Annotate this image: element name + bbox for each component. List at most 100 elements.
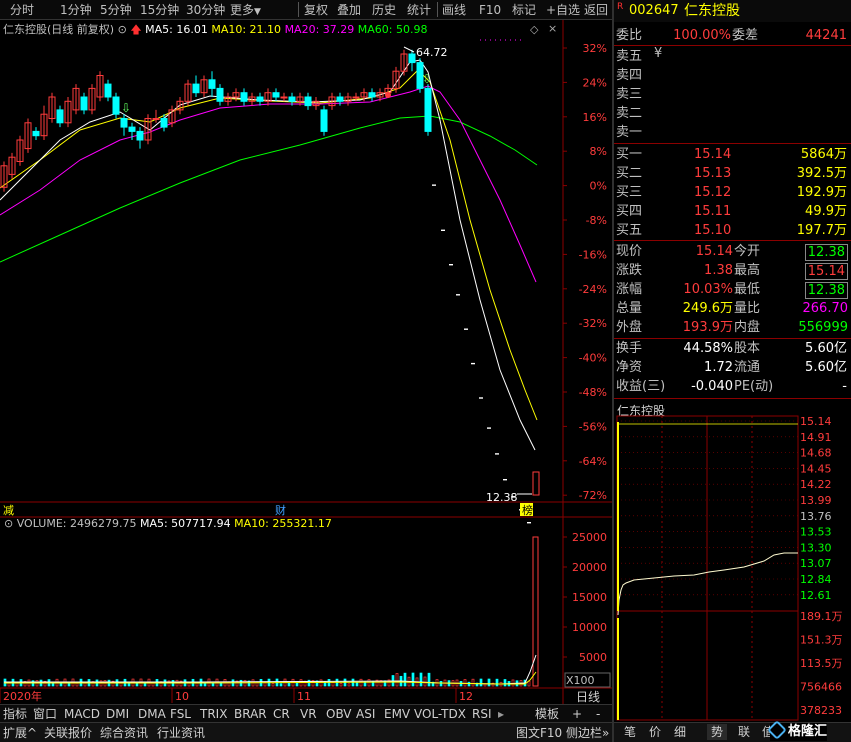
y-tick-label: -72% [579, 489, 607, 502]
draw-line-button[interactable]: 画线 [442, 2, 466, 18]
news-tab[interactable]: 综合资讯 [100, 725, 148, 741]
stat-value: 556999 [798, 320, 848, 335]
volume-bar [419, 672, 423, 687]
trix-tab[interactable]: TRIX [200, 706, 227, 722]
more-menu[interactable]: 更多▼ [230, 2, 261, 18]
period-tab-intraday[interactable]: 分时 [10, 2, 34, 18]
tab-price[interactable]: 价 [649, 724, 661, 740]
sidebar-toggle[interactable]: 侧边栏» [566, 725, 609, 741]
volume-bar [319, 679, 323, 687]
candle-body [192, 83, 200, 94]
dmi-tab[interactable]: DMI [106, 706, 129, 722]
stat-value: 12.38 [804, 244, 848, 261]
buy-row[interactable]: 买二 15.13 392.5万 [614, 164, 851, 183]
expand-button[interactable]: 扩展^ [3, 725, 37, 741]
history-button[interactable]: 历史 [372, 2, 396, 18]
buy-volume: 5864万 [800, 147, 847, 162]
chevron-right-icon[interactable]: ▸ [498, 706, 504, 722]
candle-body [152, 118, 160, 120]
stat-label: 流通 [734, 360, 761, 375]
stat-row: 现价 15.14 今开 12.38 [614, 242, 851, 261]
mini-price-label: 15.14 [800, 415, 832, 428]
volume-bar [67, 683, 71, 687]
tab-trades[interactable]: 笔 [624, 724, 636, 740]
vr-tab[interactable]: VR [300, 706, 317, 722]
stats-button[interactable]: 统计 [407, 2, 431, 18]
mini-price-label: 12.61 [800, 589, 832, 602]
buy-row[interactable]: 买四 15.11 49.9万 [614, 202, 851, 221]
sell-row[interactable]: 卖三 [614, 85, 851, 104]
trading-app: 32% 24% 16% 8% 0% -8% -16% -24% -32% -40% -48% -56%… [0, 0, 851, 742]
buy-row[interactable]: 买一 15.14 5864万 [614, 145, 851, 164]
fsl-tab[interactable]: FSL [170, 706, 191, 722]
tab-trend[interactable]: 势 [707, 724, 728, 740]
stat-label: 涨跌 [616, 263, 643, 278]
sell-row[interactable]: 卖二 [614, 104, 851, 123]
overlay-button[interactable]: 叠加 [337, 2, 361, 18]
vol-unit-label: X100 [566, 674, 595, 687]
related-quotes-tab[interactable]: 关联报价 [44, 725, 92, 741]
rsi-tab[interactable]: RSI [472, 706, 492, 722]
watermark-logo: 格隆汇 [767, 720, 828, 741]
tab-detail[interactable]: 细 [674, 724, 686, 740]
chevron-down-icon[interactable]: ⊙ [4, 517, 13, 530]
asi-tab[interactable]: ASI [356, 706, 375, 722]
dma-tab[interactable]: DMA [138, 706, 166, 722]
close-icon[interactable]: × [548, 22, 557, 35]
candle-body [320, 109, 328, 132]
mini-price-label: 14.68 [800, 447, 832, 460]
zoom-out-button[interactable]: - [596, 706, 600, 722]
macd-tab[interactable]: MACD [64, 706, 100, 722]
industry-news-tab[interactable]: 行业资讯 [157, 725, 205, 741]
template-button[interactable]: 模板 [535, 706, 559, 722]
tab-linked[interactable]: 联 [738, 724, 750, 740]
volume-bar [367, 679, 371, 687]
obv-tab[interactable]: OBV [326, 706, 352, 722]
back-button[interactable]: 返回 [584, 2, 608, 18]
buy-row[interactable]: 买三 15.12 192.9万 [614, 183, 851, 202]
stat-value: 15.14 [804, 263, 848, 280]
stat-label: 最低 [734, 282, 761, 297]
candle-body [532, 471, 540, 496]
adjust-button[interactable]: 复权 [304, 2, 328, 18]
y-tick-label: -40% [579, 352, 607, 365]
period-label[interactable]: 日线 [565, 690, 611, 704]
buy-row[interactable]: 买五 15.10 197.7万 [614, 221, 851, 240]
diamond-icon[interactable]: ◇ [530, 23, 538, 36]
event-mark: 减 [3, 504, 14, 517]
sell-row[interactable]: 卖四 [614, 66, 851, 85]
f10-graphic-button[interactable]: 图文F10 [516, 725, 562, 741]
mini-vol-bar [617, 618, 619, 720]
stat-label: 内盘 [734, 320, 761, 335]
indicator-tab[interactable]: 指标 [3, 706, 27, 722]
window-tab[interactable]: 窗口 [33, 706, 57, 722]
stat-value: 193.9万 [682, 320, 733, 335]
stat-value: 15.14 [695, 244, 733, 259]
buy-label: 买五 [616, 223, 643, 238]
brar-tab[interactable]: BRAR [234, 706, 267, 722]
sell-row[interactable]: 卖一 [614, 123, 851, 142]
period-tab-5min[interactable]: 5分钟 [100, 2, 132, 18]
period-tab-1min[interactable]: 1分钟 [60, 2, 92, 18]
period-tab-30min[interactable]: 30分钟 [186, 2, 225, 18]
vol-tdx-tab[interactable]: VOL-TDX [414, 706, 466, 722]
logo-icon [767, 720, 787, 740]
indicator-tab-bar: 指标 窗口 MACD DMI DMA FSL TRIX BRAR CR VR O… [0, 704, 612, 722]
volume-bar [487, 678, 491, 687]
sell-row[interactable]: 卖五 ¥ [614, 46, 851, 66]
emv-tab[interactable]: EMV [384, 706, 410, 722]
mark-button[interactable]: 标记 [512, 2, 536, 18]
add-watchlist-button[interactable]: +自选 [546, 2, 580, 18]
buy-price: 15.13 [694, 166, 732, 181]
period-tab-15min[interactable]: 15分钟 [140, 2, 179, 18]
chevron-down-icon[interactable]: ⊙ [118, 23, 127, 36]
stat-label: 最高 [734, 263, 761, 278]
event-mark: 财 [275, 503, 286, 517]
mini-vol-label: 189.1万 [800, 610, 843, 623]
zoom-in-button[interactable]: + [572, 706, 582, 722]
volume-bar [471, 678, 475, 687]
f10-button[interactable]: F10 [479, 2, 501, 18]
ma10-label: MA10: 21.10 [211, 23, 282, 36]
cr-tab[interactable]: CR [273, 706, 290, 722]
vol-ma10-label: MA10: 255321.17 [234, 517, 332, 530]
